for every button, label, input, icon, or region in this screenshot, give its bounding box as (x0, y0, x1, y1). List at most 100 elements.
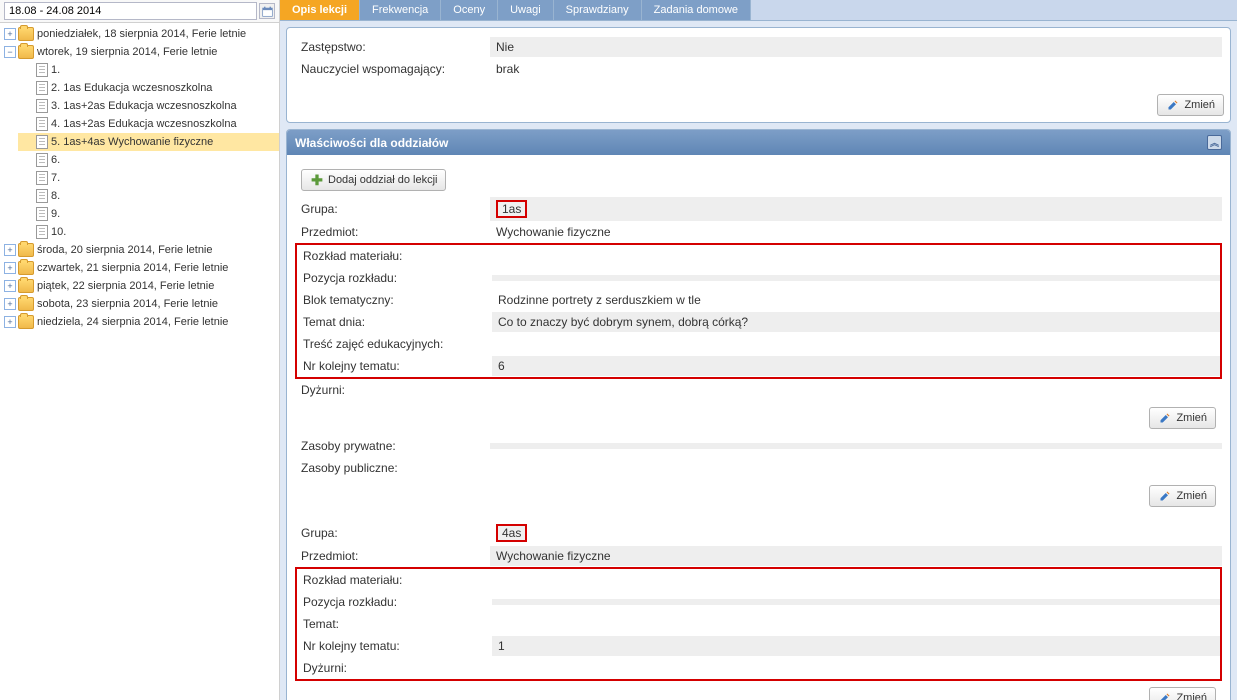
expand-icon[interactable]: + (4, 28, 16, 40)
tree-lesson-2[interactable]: 2. 1as Edukacja wczesnoszkolna (18, 79, 279, 97)
tree-day-thu[interactable]: +czwartek, 21 sierpnia 2014, Ferie letni… (0, 259, 279, 277)
label-grupa: Grupa: (295, 523, 490, 543)
expand-icon[interactable]: + (4, 316, 16, 328)
pencil-icon (1158, 489, 1172, 503)
date-range-input[interactable] (4, 2, 257, 20)
tree-day-tue[interactable]: − wtorek, 19 sierpnia 2014, Ferie letnie (0, 43, 279, 61)
page-icon (36, 153, 48, 167)
page-icon (36, 225, 48, 239)
lesson-tree: + poniedziałek, 18 sierpnia 2014, Ferie … (0, 23, 279, 333)
tree-day-fri[interactable]: +piątek, 22 sierpnia 2014, Ferie letnie (0, 277, 279, 295)
folder-icon (18, 279, 34, 293)
change-button[interactable]: Zmień (1149, 485, 1216, 507)
expand-icon[interactable]: + (4, 262, 16, 274)
add-class-button[interactable]: ✚Dodaj oddział do lekcji (301, 169, 446, 191)
tab-opis-lekcji[interactable]: Opis lekcji (280, 0, 360, 20)
label-temat: Temat: (297, 614, 492, 634)
tab-oceny[interactable]: Oceny (441, 0, 498, 20)
change-button[interactable]: Zmień (1149, 407, 1216, 429)
label-nauczyciel-wsp: Nauczyciel wspomagający: (295, 59, 490, 79)
tree-lesson-5[interactable]: 5. 1as+4as Wychowanie fizyczne (18, 133, 279, 151)
label-przedmiot: Przedmiot: (295, 222, 490, 242)
change-button[interactable]: Zmień (1157, 94, 1224, 116)
label-blok: Blok tematyczny: (297, 290, 492, 310)
tree-lesson-9[interactable]: 9. (18, 205, 279, 223)
page-icon (36, 117, 48, 131)
tab-zadania-domowe[interactable]: Zadania domowe (642, 0, 751, 20)
value-tresc-1 (492, 341, 1220, 347)
calendar-icon[interactable] (259, 3, 275, 19)
tab-sprawdziany[interactable]: Sprawdziany (554, 0, 642, 20)
tree-lesson-1[interactable]: 1. (18, 61, 279, 79)
value-nr-1: 6 (492, 356, 1220, 376)
folder-icon (18, 27, 34, 41)
sidebar: + poniedziałek, 18 sierpnia 2014, Ferie … (0, 0, 280, 700)
class-properties-panel: Właściwości dla oddziałów ︽ ✚Dodaj oddzi… (286, 129, 1231, 700)
group-1-block: Grupa:1as Przedmiot:Wychowanie fizyczne … (295, 197, 1222, 401)
collapse-icon[interactable]: − (4, 46, 16, 58)
value-temat-2 (492, 621, 1220, 627)
resources-block: Zasoby prywatne: Zasoby publiczne: (295, 435, 1222, 479)
tree-day-mon[interactable]: + poniedziałek, 18 sierpnia 2014, Ferie … (0, 25, 279, 43)
value-dyzurni-2 (492, 665, 1220, 671)
group-2-block: Grupa:4as Przedmiot:Wychowanie fizyczne … (295, 521, 1222, 681)
label-pozycja: Pozycja rozkładu: (297, 268, 492, 288)
tree-lesson-3[interactable]: 3. 1as+2as Edukacja wczesnoszkolna (18, 97, 279, 115)
value-pozycja-1 (492, 275, 1220, 281)
pencil-icon (1158, 691, 1172, 700)
label-dyzurni: Dyżurni: (295, 380, 490, 400)
tree-lesson-10[interactable]: 10. (18, 223, 279, 241)
value-blok-1: Rodzinne portrety z serduszkiem w tle (492, 290, 1220, 310)
label-grupa: Grupa: (295, 199, 490, 219)
expand-icon[interactable]: + (4, 244, 16, 256)
main-content: Opis lekcji Frekwencja Oceny Uwagi Spraw… (280, 0, 1237, 700)
folder-icon (18, 243, 34, 257)
value-przedmiot-1: Wychowanie fizyczne (490, 222, 1222, 242)
value-pozycja-2 (492, 599, 1220, 605)
label-zastepstwo: Zastępstwo: (295, 37, 490, 57)
tree-lesson-7[interactable]: 7. (18, 169, 279, 187)
value-zasoby-pryw (490, 443, 1222, 449)
date-range-picker (0, 0, 279, 23)
tree-lesson-8[interactable]: 8. (18, 187, 279, 205)
value-temat-dnia-1: Co to znaczy być dobrym synem, dobrą cór… (492, 312, 1220, 332)
tab-uwagi[interactable]: Uwagi (498, 0, 554, 20)
label-temat-dnia: Temat dnia: (297, 312, 492, 332)
value-zastepstwo: Nie (490, 37, 1222, 57)
value-rozklad-2 (492, 577, 1220, 583)
page-icon (36, 63, 48, 77)
label-rozklad: Rozkład materiału: (297, 570, 492, 590)
page-icon (36, 135, 48, 149)
label-tresc: Treść zajęć edukacyjnych: (297, 334, 492, 354)
label-przedmiot: Przedmiot: (295, 546, 490, 566)
lesson-general-panel: Zastępstwo:Nie Nauczyciel wspomagający:b… (286, 27, 1231, 123)
value-grupa-2: 4as (490, 521, 1222, 545)
change-button[interactable]: Zmień (1149, 687, 1216, 700)
label-nr: Nr kolejny tematu: (297, 636, 492, 656)
page-icon (36, 99, 48, 113)
tree-lesson-4[interactable]: 4. 1as+2as Edukacja wczesnoszkolna (18, 115, 279, 133)
chevron-up-icon[interactable]: ︽ (1207, 135, 1222, 150)
tabs: Opis lekcji Frekwencja Oceny Uwagi Spraw… (280, 0, 1237, 21)
folder-icon (18, 315, 34, 329)
page-icon (36, 171, 48, 185)
expand-icon[interactable]: + (4, 298, 16, 310)
value-przedmiot-2: Wychowanie fizyczne (490, 546, 1222, 566)
value-nauczyciel-wsp: brak (490, 59, 1222, 79)
label-nr: Nr kolejny tematu: (297, 356, 492, 376)
tree-day-sun[interactable]: +niedziela, 24 sierpnia 2014, Ferie letn… (0, 313, 279, 331)
tree-lesson-6[interactable]: 6. (18, 151, 279, 169)
tree-day-sat[interactable]: +sobota, 23 sierpnia 2014, Ferie letnie (0, 295, 279, 313)
value-dyzurni-1 (490, 387, 1222, 393)
page-icon (36, 189, 48, 203)
expand-icon[interactable]: + (4, 280, 16, 292)
value-nr-2: 1 (492, 636, 1220, 656)
tree-day-wed[interactable]: +środa, 20 sierpnia 2014, Ferie letnie (0, 241, 279, 259)
folder-icon (18, 261, 34, 275)
folder-icon (18, 297, 34, 311)
label-zasoby-pub: Zasoby publiczne: (295, 458, 490, 478)
tab-frekwencja[interactable]: Frekwencja (360, 0, 441, 20)
value-zasoby-pub (490, 465, 1222, 471)
panel-title: Właściwości dla oddziałów (295, 136, 448, 150)
page-icon (36, 207, 48, 221)
